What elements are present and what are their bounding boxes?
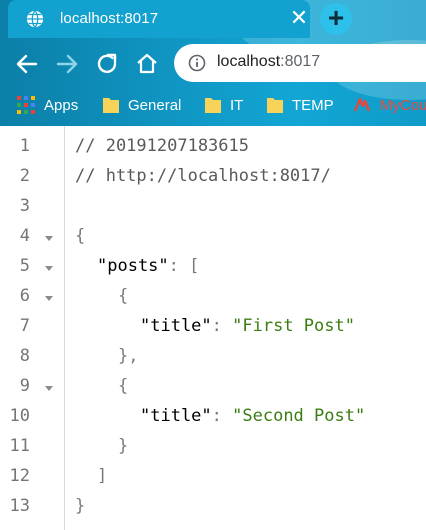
code-line: {: [75, 226, 85, 246]
site-logo-icon: [353, 97, 371, 112]
bookmark-label: General: [128, 96, 182, 114]
home-button[interactable]: [134, 51, 160, 77]
code-line: },: [118, 346, 138, 366]
code-line: "title": "Second Post": [140, 406, 365, 426]
address-url[interactable]: localhost:8017: [217, 53, 320, 71]
colon: :: [168, 256, 190, 276]
fold-toggle-icon[interactable]: [44, 293, 54, 303]
code-line: ]: [97, 466, 107, 486]
bookmark-mycou[interactable]: MyCou: [352, 94, 426, 116]
fold-toggle-icon[interactable]: [44, 233, 54, 243]
code-line: "posts": [: [97, 256, 199, 276]
line-number-gutter: 1 2 3 4 5 6 7 8 9 10 11 12 13: [0, 126, 65, 530]
bookmark-label: MyCou: [380, 96, 426, 114]
bookmark-temp[interactable]: TEMP: [266, 94, 334, 116]
code-line: }: [75, 496, 85, 516]
brace: {: [118, 286, 129, 306]
brace: },: [118, 346, 139, 366]
line-number: 10: [9, 406, 30, 426]
code-line: {: [118, 376, 128, 396]
brace: {: [75, 226, 86, 246]
json-key: "title": [140, 316, 212, 336]
folder-icon: [205, 98, 221, 113]
browser-tab[interactable]: localhost:8017 ✕: [8, 0, 310, 38]
line-number: 9: [19, 376, 30, 396]
json-key: "posts": [97, 256, 169, 276]
line-number: 8: [19, 346, 30, 366]
colon: :: [211, 316, 233, 336]
apps-grid-icon: [17, 96, 35, 114]
fold-toggle-icon[interactable]: [44, 383, 54, 393]
colon: :: [211, 406, 233, 426]
line-number: 7: [19, 316, 30, 336]
bookmark-it[interactable]: IT: [204, 94, 243, 116]
brace: {: [118, 376, 129, 396]
url-host: localhost: [217, 53, 281, 70]
line-number: 1: [19, 136, 30, 156]
line-number: 4: [19, 226, 30, 246]
globe-icon: [26, 10, 44, 28]
browser-chrome: localhost:8017 ✕ + localhost:8017 Apps G…: [0, 0, 426, 126]
new-tab-button[interactable]: +: [320, 3, 352, 35]
line-number: 5: [19, 256, 30, 276]
brace: }: [75, 496, 86, 516]
line-number: 11: [9, 436, 30, 456]
close-tab-icon[interactable]: ✕: [287, 6, 311, 30]
line-number: 12: [9, 466, 30, 486]
json-key: "title": [140, 406, 212, 426]
bookmark-label: IT: [230, 96, 244, 114]
code-line: {: [118, 286, 128, 306]
folder-icon: [267, 98, 283, 113]
json-viewer: 1 2 3 4 5 6 7 8 9 10 11 12 13 // 2019120…: [0, 126, 426, 530]
code-line-comment: // http://localhost:8017/: [75, 166, 331, 186]
json-string-value: "Second Post": [232, 406, 366, 426]
bookmark-label: Apps: [44, 96, 79, 114]
bracket: [: [189, 256, 200, 276]
bookmark-apps[interactable]: Apps: [16, 94, 78, 116]
reload-button[interactable]: [94, 51, 120, 77]
line-number: 6: [19, 286, 30, 306]
fold-toggle-icon[interactable]: [44, 263, 54, 273]
line-number: 3: [19, 196, 30, 216]
bracket: ]: [97, 466, 108, 486]
info-icon[interactable]: [188, 54, 206, 72]
json-string-value: "First Post": [232, 316, 355, 336]
tab-title: localhost:8017: [60, 10, 159, 27]
back-button[interactable]: [14, 51, 40, 77]
url-port: :8017: [280, 53, 321, 70]
folder-icon: [103, 98, 119, 113]
bookmark-label: TEMP: [292, 96, 334, 114]
line-number: 13: [9, 496, 30, 516]
forward-button[interactable]: [54, 51, 80, 77]
code-line-comment: // 20191207183615: [75, 136, 249, 156]
bookmark-general[interactable]: General: [102, 94, 181, 116]
line-number: 2: [19, 166, 30, 186]
code-line: }: [118, 436, 128, 456]
code-line: "title": "First Post": [140, 316, 355, 336]
brace: }: [118, 436, 129, 456]
